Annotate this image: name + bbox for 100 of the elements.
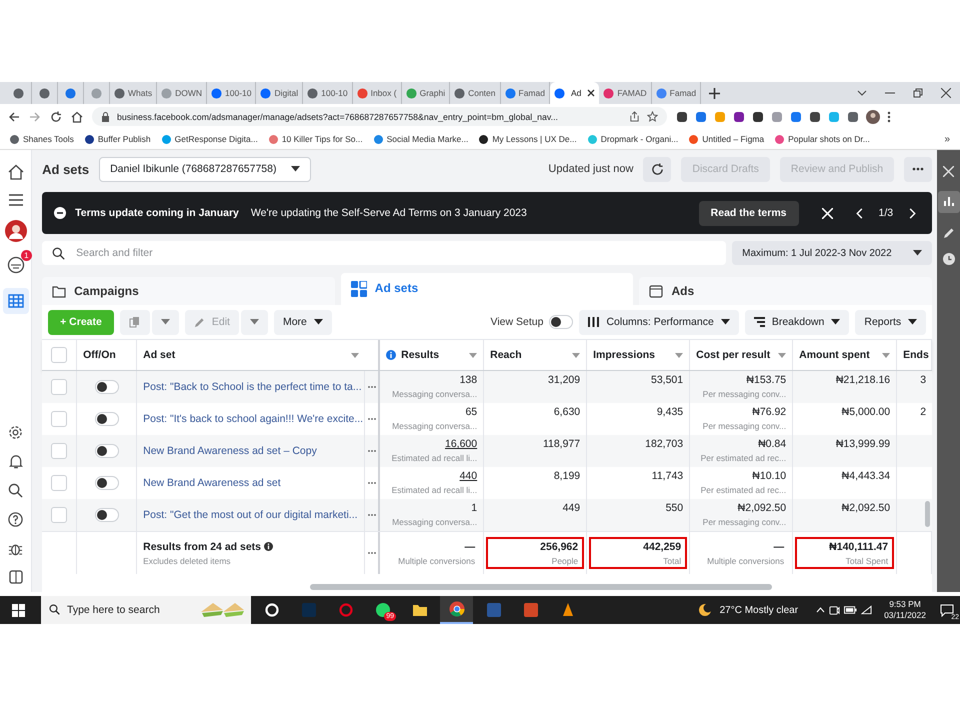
more-options-button[interactable] [904,156,932,182]
avatar-icon[interactable] [4,220,27,242]
resize-handle-icon[interactable] [368,514,376,516]
ad-set-name[interactable]: New Brand Awareness ad set – Copy [143,445,317,457]
results-value[interactable]: 16,600 [445,438,478,450]
wifi-icon[interactable] [861,605,872,615]
reports-button[interactable]: Reports [855,310,926,334]
taskbar-button[interactable] [440,596,473,624]
notifications-icon[interactable] [6,256,25,274]
panel-icon[interactable] [8,570,23,584]
ad-set-toggle[interactable] [94,508,119,522]
extension-icon[interactable] [809,110,821,122]
clock-icon[interactable] [942,253,955,265]
search-field[interactable]: Search and filter [42,241,726,265]
date-range-selector[interactable]: Maximum: 1 Jul 2022-3 Nov 2022 [732,241,932,265]
ad-set-name[interactable]: Post: "Back to School is the perfect time to ta... [143,381,362,393]
column-header[interactable]: Amount spent [793,340,898,370]
results-value[interactable]: 440 [460,470,478,482]
sort-icon[interactable] [572,352,580,358]
pencil-icon[interactable] [942,227,955,239]
bookmark-item[interactable]: GetResponse Digita... [162,134,258,144]
resize-handle-icon[interactable] [368,418,376,420]
resize-handle-icon[interactable] [368,450,376,452]
row-checkbox[interactable] [51,411,68,427]
level-tab[interactable]: Ad sets [340,273,634,305]
breakdown-button[interactable]: Breakdown [744,310,850,334]
search-icon[interactable] [8,483,24,498]
extension-icon[interactable] [676,110,688,122]
ad-set-toggle[interactable] [94,476,119,490]
reload-icon[interactable] [50,110,62,122]
more-button[interactable]: More [274,310,332,334]
clock-time[interactable]: 9:53 PM [889,599,921,610]
bell-icon[interactable] [8,454,23,469]
extension-icon[interactable] [847,110,859,122]
account-selector[interactable]: Daniel Ibikunle (768687287657758) [99,156,312,182]
menu-icon[interactable] [8,194,23,206]
bookmark-item[interactable]: Untitled – Figma [689,134,764,144]
column-header[interactable]: Ad set [137,340,366,370]
ad-set-name[interactable]: Post: "It's back to school again!!! We're excite... [143,413,364,425]
bookmark-item[interactable]: Social Media Marke... [374,134,468,144]
column-header[interactable]: Off/On [77,340,138,370]
row-checkbox[interactable] [51,507,68,523]
sort-icon[interactable] [469,352,478,358]
select-all-checkbox[interactable] [51,347,68,363]
profile-avatar-icon[interactable] [866,110,880,124]
sort-icon[interactable] [778,352,786,358]
column-header[interactable]: Results [380,340,484,370]
row-checkbox[interactable] [51,443,68,459]
bookmark-item[interactable]: My Lessons | UX De... [479,134,577,144]
column-header[interactable]: Cost per result [690,340,794,370]
home-icon[interactable] [71,110,83,122]
close-icon[interactable] [941,88,951,98]
refresh-button[interactable] [643,156,672,182]
next-icon[interactable] [908,208,916,218]
resize-handle-icon[interactable] [368,552,376,554]
share-icon[interactable] [629,111,640,122]
row-checkbox[interactable] [51,379,68,395]
restore-icon[interactable] [913,88,923,98]
ad-set-toggle[interactable] [94,444,119,458]
previous-icon[interactable] [856,208,864,218]
level-tab[interactable]: Ads [639,277,932,305]
bookmark-item[interactable]: Shanes Tools [10,134,74,144]
table-icon[interactable] [2,288,29,314]
more-bookmarks-button[interactable]: » [944,134,950,144]
close-icon[interactable] [587,89,596,97]
ad-set-name[interactable]: New Brand Awareness ad set [143,477,281,489]
battery-icon[interactable] [844,606,858,614]
camera-icon[interactable] [829,604,840,616]
column-header[interactable]: Reach [484,340,588,370]
chart-icon[interactable] [938,191,960,213]
sort-icon[interactable] [882,352,890,358]
help-icon[interactable] [8,512,24,527]
scrollbar-thumb[interactable] [310,584,772,590]
view-setup-toggle[interactable] [549,315,574,329]
clock-date[interactable]: 03/11/2022 [884,610,926,621]
extension-icon[interactable] [752,110,764,122]
dropdown-button[interactable] [152,310,179,334]
sort-icon[interactable] [351,352,360,358]
ad-set-toggle[interactable] [94,380,119,394]
star-icon[interactable] [647,111,658,122]
column-header[interactable]: Impressions [587,340,690,370]
ad-set-name[interactable]: Post: "Get the most out of our digital marketi... [143,509,358,521]
scrollbar-thumb[interactable] [925,501,930,527]
level-tab[interactable]: Campaigns [42,277,335,305]
menu-icon[interactable] [887,110,891,122]
read-terms-button[interactable]: Read the terms [698,200,799,226]
extension-icon[interactable] [733,110,745,122]
home-icon[interactable] [8,164,24,180]
chevron-up-icon[interactable] [816,607,826,613]
chevron-down-icon[interactable] [857,88,867,98]
windows-start-icon[interactable] [12,604,25,616]
columns-button[interactable]: Columns: Performance [579,310,739,334]
dropdown-button[interactable] [240,310,268,334]
back-icon[interactable] [8,110,20,122]
row-checkbox[interactable] [51,475,68,491]
browser-tab[interactable]: Ad [550,82,600,104]
taskbar-search-field[interactable]: Type here to search [41,596,251,624]
sort-icon[interactable] [675,352,684,358]
bookmark-item[interactable]: Buffer Publish [84,134,151,144]
resize-handle-icon[interactable] [368,482,376,484]
